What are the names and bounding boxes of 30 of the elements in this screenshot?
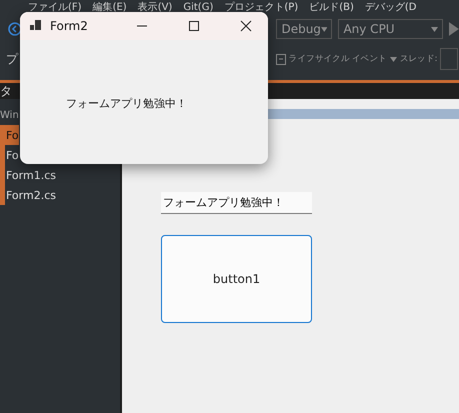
configuration-dropdown[interactable]: Debug [276, 19, 332, 39]
maximize-icon [188, 20, 200, 32]
menu-item[interactable]: ファイル(F) [28, 2, 82, 14]
menu-item[interactable]: ビルド(B) [309, 2, 354, 14]
back-icon[interactable] [8, 22, 22, 36]
play-icon[interactable] [449, 22, 459, 36]
close-icon [240, 20, 252, 32]
thread-field[interactable] [440, 48, 458, 70]
thread-label: スレッド: [400, 53, 438, 65]
form-label: フォームアプリ勉強中！ [66, 96, 187, 111]
lifecycle-icon[interactable] [276, 54, 286, 64]
caret-icon [390, 56, 397, 62]
app-icon [30, 20, 42, 32]
menu-item[interactable]: デバッグ(D [364, 2, 416, 14]
menu-item[interactable]: 表示(V) [138, 2, 172, 14]
file-item[interactable]: Form2.cs [0, 185, 56, 205]
panel-tab[interactable]: タ [0, 82, 12, 100]
file-item[interactable]: Fo [0, 125, 19, 145]
toolbar-label: プ [6, 50, 18, 68]
sidebar-header: Win [0, 108, 19, 122]
caret-icon [320, 26, 328, 32]
button[interactable]: button1 [161, 235, 312, 323]
menu-item[interactable]: 編集(E) [92, 2, 127, 14]
text-input[interactable]: フォームアプリ勉強中！ [161, 192, 312, 214]
lifecycle-events-dropdown[interactable]: ライフサイクル イベント [288, 53, 387, 65]
menu-item[interactable]: Git(G) [183, 2, 214, 14]
window-title: Form2 [50, 19, 89, 33]
platform-dropdown[interactable]: Any CPU [338, 19, 444, 39]
menu-item[interactable]: プロジェクト(P) [224, 2, 298, 14]
caret-icon [431, 26, 438, 32]
